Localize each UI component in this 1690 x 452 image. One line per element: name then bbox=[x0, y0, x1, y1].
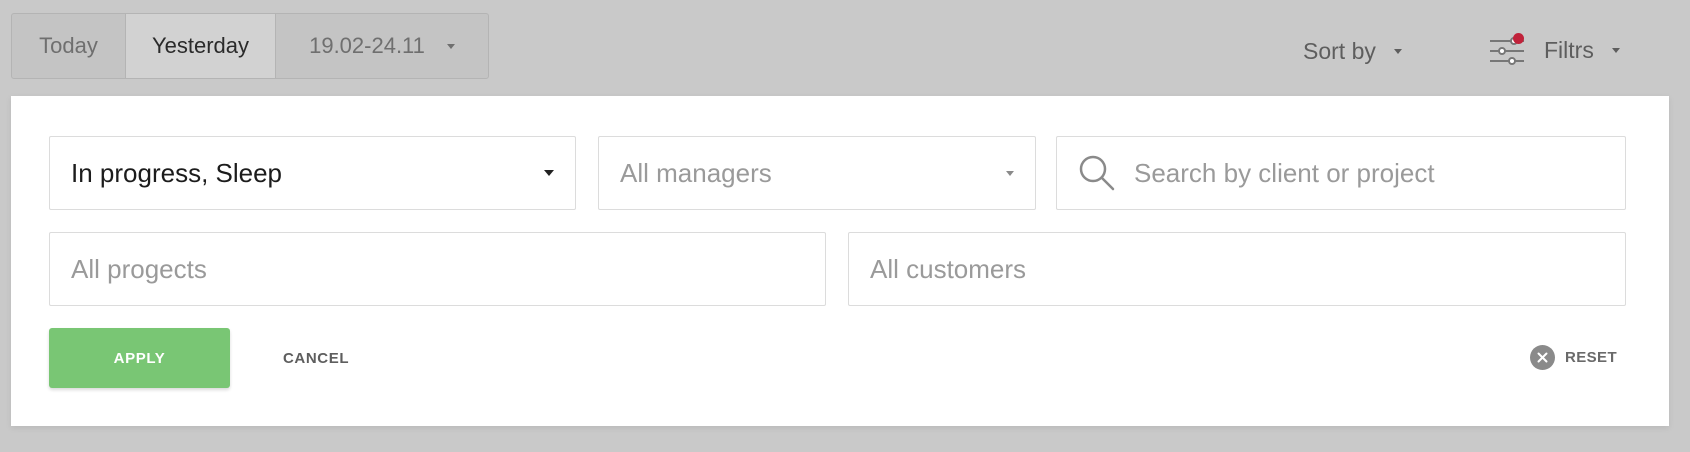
filter-sliders-icon bbox=[1488, 32, 1526, 68]
status-select[interactable]: In progress, Sleep bbox=[49, 136, 576, 210]
status-select-value: In progress, Sleep bbox=[71, 157, 283, 188]
chevron-down-icon bbox=[1393, 48, 1402, 54]
clear-icon bbox=[1530, 344, 1555, 370]
managers-select[interactable]: All managers bbox=[598, 136, 1036, 210]
reset-button-label: RESET bbox=[1565, 348, 1618, 366]
chevron-down-icon bbox=[1006, 170, 1014, 176]
date-range-label: 19.02-24.11 bbox=[309, 33, 425, 58]
filters-toggle[interactable]: Filtrs bbox=[1488, 30, 1620, 70]
chevron-down-icon bbox=[446, 43, 455, 49]
date-range-tabs: Today Yesterday 19.02-24.11 bbox=[11, 13, 489, 79]
filter-active-indicator bbox=[1513, 33, 1524, 44]
search-input[interactable] bbox=[1134, 157, 1604, 189]
projects-select-value: All progects bbox=[71, 253, 207, 284]
sort-by-label: Sort by bbox=[1303, 37, 1376, 64]
reset-button[interactable]: RESET bbox=[1530, 342, 1617, 372]
tab-today[interactable]: Today bbox=[12, 14, 126, 78]
apply-button-label: APPLY bbox=[113, 349, 166, 367]
chevron-down-icon bbox=[1611, 47, 1620, 53]
customers-select-value: All customers bbox=[870, 253, 1027, 284]
tab-today-label: Today bbox=[39, 33, 98, 58]
sort-by-dropdown[interactable]: Sort by bbox=[1303, 33, 1402, 69]
date-range-dropdown[interactable]: 19.02-24.11 bbox=[276, 14, 488, 78]
filter-panel: In progress, Sleep All managers All prog… bbox=[11, 96, 1669, 426]
projects-select[interactable]: All progects bbox=[49, 232, 826, 306]
tab-yesterday-label: Yesterday bbox=[151, 33, 250, 58]
search-field[interactable] bbox=[1056, 136, 1626, 210]
cancel-button[interactable]: CANCEL bbox=[283, 344, 349, 372]
customers-select[interactable]: All customers bbox=[848, 232, 1626, 306]
cancel-button-label: CANCEL bbox=[283, 349, 350, 367]
managers-select-value: All managers bbox=[620, 157, 772, 188]
search-icon bbox=[1079, 155, 1115, 191]
apply-button[interactable]: APPLY bbox=[49, 328, 230, 388]
top-bar: Today Yesterday 19.02-24.11 Sort by Filt… bbox=[0, 0, 1690, 95]
tab-yesterday[interactable]: Yesterday bbox=[126, 14, 276, 78]
filters-label: Filtrs bbox=[1544, 36, 1594, 63]
chevron-down-icon bbox=[544, 170, 554, 176]
